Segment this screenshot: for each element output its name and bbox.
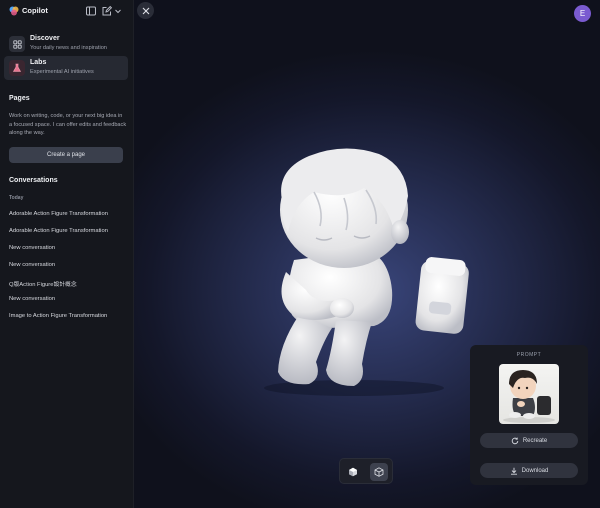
conversations-heading: Conversations xyxy=(9,177,58,184)
pages-heading: Pages xyxy=(9,95,30,102)
solid-cube-icon xyxy=(349,467,357,477)
view-mode-toggle xyxy=(339,458,393,484)
sidebar-item-title: Discover xyxy=(30,35,60,42)
close-button[interactable] xyxy=(137,2,154,19)
prompt-panel: PROMPT Recreate Download xyxy=(470,345,588,485)
sidebar-item-title: Labs xyxy=(30,59,47,66)
conversation-item[interactable]: Adorable Action Figure Transformation xyxy=(9,228,108,234)
model-viewer[interactable]: E PROMPT Recreate Download xyxy=(134,0,600,508)
action-figure-3d-model[interactable] xyxy=(254,140,474,400)
create-page-button[interactable]: Create a page xyxy=(9,147,123,163)
sidebar-item-discover[interactable]: Discover Your daily news and inspiration xyxy=(4,32,128,56)
grid-icon xyxy=(9,36,25,52)
download-label: Download xyxy=(521,467,549,474)
prompt-label: PROMPT xyxy=(516,352,542,358)
sidebar-item-subtitle: Experimental AI initiatives xyxy=(30,69,94,75)
textured-view-button[interactable] xyxy=(344,463,362,481)
new-chat-icon[interactable] xyxy=(101,5,113,17)
pages-description: Work on writing, code, or your next big … xyxy=(9,113,127,137)
sidebar-topbar: Copilot xyxy=(0,0,134,22)
chevron-down-icon[interactable] xyxy=(114,5,122,17)
download-icon xyxy=(510,467,517,475)
recreate-label: Recreate xyxy=(522,437,548,444)
sidebar-toggle-icon[interactable] xyxy=(85,5,97,17)
conversation-item[interactable]: New conversation xyxy=(9,296,55,302)
app-title: Copilot xyxy=(22,6,48,15)
recreate-button[interactable]: Recreate xyxy=(480,433,578,448)
sidebar-item-labs[interactable]: Labs Experimental AI initiatives xyxy=(4,56,128,80)
user-avatar[interactable]: E xyxy=(574,5,591,22)
flask-icon xyxy=(9,60,25,76)
clay-view-button[interactable] xyxy=(370,463,388,481)
wireframe-cube-icon xyxy=(374,467,384,477)
copilot-logo-icon xyxy=(9,6,19,16)
close-icon xyxy=(142,7,149,14)
conversation-item[interactable]: Image to Action Figure Transformation xyxy=(9,313,107,319)
refresh-icon xyxy=(511,437,519,444)
download-button[interactable]: Download xyxy=(480,463,578,478)
conversation-group-label: Today xyxy=(9,195,24,201)
conversation-item[interactable]: New conversation xyxy=(9,245,55,251)
conversation-item[interactable]: Q版Action Figure設計概念 xyxy=(9,279,77,288)
sidebar-item-subtitle: Your daily news and inspiration xyxy=(30,45,107,51)
sidebar: Copilot Discover Your daily news and ins… xyxy=(0,0,134,508)
conversation-item[interactable]: Adorable Action Figure Transformation xyxy=(9,211,108,217)
prompt-image-thumbnail[interactable] xyxy=(499,364,559,424)
conversation-item[interactable]: New conversation xyxy=(9,262,55,268)
